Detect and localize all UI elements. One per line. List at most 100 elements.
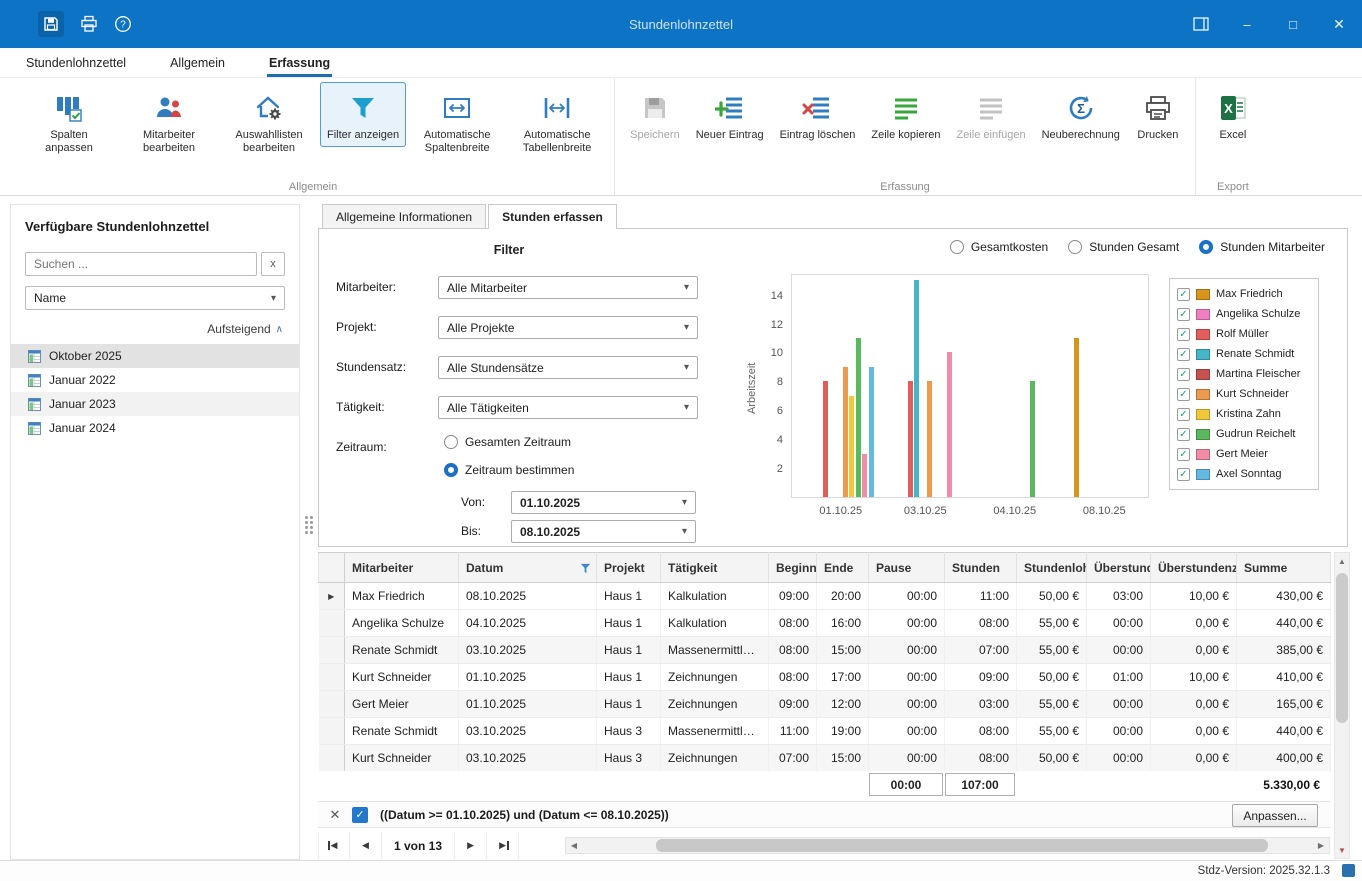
mitarbeiter-select[interactable]: Alle Mitarbeiter▾ (438, 276, 698, 299)
cell-datum[interactable]: 01.10.2025 (459, 664, 597, 691)
cell-stunden[interactable]: 11:00 (945, 583, 1017, 610)
cell-datum[interactable]: 03.10.2025 (459, 718, 597, 745)
cell-tätigkeit[interactable]: Massenermittlung (661, 718, 769, 745)
legend-item-renate-schmidt[interactable]: ✓Renate Schmidt (1177, 344, 1311, 364)
cell-datum[interactable]: 01.10.2025 (459, 691, 597, 718)
cell-überstunden[interactable]: 01:00 (1087, 664, 1151, 691)
neuer-eintrag-button[interactable]: Neuer Eintrag (689, 82, 771, 147)
sidebar-item-januar-2024[interactable]: Januar 2024 (11, 416, 299, 440)
cell-tätigkeit[interactable]: Massenermittlung (661, 637, 769, 664)
zeile-einfuegen-button[interactable]: Zeile einfügen (950, 82, 1033, 147)
cell-pause[interactable]: 00:00 (869, 745, 945, 772)
cell-summe[interactable]: 430,00 € (1237, 583, 1331, 610)
close-button[interactable]: ✕ (1316, 0, 1362, 48)
cell-datum[interactable]: 03.10.2025 (459, 745, 597, 772)
radio-zeitraum-bestimmen[interactable]: Zeitraum bestimmen (444, 463, 574, 477)
table-row[interactable]: Renate Schmidt03.10.2025Haus 1Massenermi… (319, 637, 1331, 664)
sidebar-item-januar-2023[interactable]: Januar 2023 (11, 392, 299, 416)
horizontal-scrollbar[interactable]: ◀ ▶ (565, 837, 1330, 854)
sort-field-select[interactable]: Name ▾ (25, 286, 285, 310)
cell-beginn[interactable]: 09:00 (769, 583, 817, 610)
cell-stundenlohn[interactable]: 55,00 € (1017, 718, 1087, 745)
cell-stunden[interactable]: 08:00 (945, 610, 1017, 637)
legend-item-angelika-schulze[interactable]: ✓Angelika Schulze (1177, 304, 1311, 324)
scroll-right-icon[interactable]: ▶ (1313, 841, 1329, 850)
cell-ende[interactable]: 15:00 (817, 745, 869, 772)
vertical-scrollbar-thumb[interactable] (1336, 573, 1348, 723)
horizontal-scrollbar-thumb[interactable] (656, 839, 1268, 852)
table-row[interactable]: Kurt Schneider03.10.2025Haus 3Zeichnunge… (319, 745, 1331, 772)
cell-summe[interactable]: 400,00 € (1237, 745, 1331, 772)
clear-search-button[interactable]: x (261, 252, 285, 276)
tab-stunden-erfassen[interactable]: Stunden erfassen (488, 204, 617, 229)
legend-item-kristina-zahn[interactable]: ✓Kristina Zahn (1177, 404, 1311, 424)
legend-item-rolf-müller[interactable]: ✓Rolf Müller (1177, 324, 1311, 344)
column-header-datum[interactable]: Datum (459, 553, 597, 583)
table-row[interactable]: ▶Max Friedrich08.10.2025Haus 1Kalkulatio… (319, 583, 1331, 610)
legend-item-axel-sonntag[interactable]: ✓Axel Sonntag (1177, 464, 1311, 484)
tab-allgemein[interactable]: Allgemein (168, 48, 227, 77)
cell-tätigkeit[interactable]: Kalkulation (661, 610, 769, 637)
cell-stundenlohn[interactable]: 55,00 € (1017, 637, 1087, 664)
cell-ende[interactable]: 17:00 (817, 664, 869, 691)
cell-stunden[interactable]: 08:00 (945, 745, 1017, 772)
cell-projekt[interactable]: Haus 3 (597, 718, 661, 745)
automatische-tabellenbreite-button[interactable]: Automatische Tabellenbreite (508, 82, 606, 160)
zeile-kopieren-button[interactable]: Zeile kopieren (864, 82, 947, 147)
cell-stunden[interactable]: 03:00 (945, 691, 1017, 718)
cell-pause[interactable]: 00:00 (869, 691, 945, 718)
speichern-button[interactable]: Speichern (623, 82, 687, 147)
legend-item-gudrun-reichelt[interactable]: ✓Gudrun Reichelt (1177, 424, 1311, 444)
column-header-projekt[interactable]: Projekt (597, 553, 661, 583)
layout-panel-button[interactable] (1178, 0, 1224, 48)
cell-mitarbeiter[interactable]: Gert Meier (345, 691, 459, 718)
neuberechnung-button[interactable]: Σ Neuberechnung (1035, 82, 1127, 147)
cell-beginn[interactable]: 08:00 (769, 637, 817, 664)
cell-projekt[interactable]: Haus 1 (597, 637, 661, 664)
scroll-down-icon[interactable]: ▼ (1335, 842, 1349, 858)
cell-ende[interactable]: 19:00 (817, 718, 869, 745)
first-page-button[interactable]: ◀ (318, 832, 350, 859)
cell-beginn[interactable]: 07:00 (769, 745, 817, 772)
cell-überstundenzuschlag[interactable]: 10,00 € (1151, 664, 1237, 691)
automatische-spaltenbreite-button[interactable]: Automatische Spaltenbreite (408, 82, 506, 160)
cell-stundenlohn[interactable]: 55,00 € (1017, 610, 1087, 637)
maximize-button[interactable]: □ (1270, 0, 1316, 48)
save-quick-button[interactable] (38, 11, 64, 37)
cell-summe[interactable]: 385,00 € (1237, 637, 1331, 664)
last-page-button[interactable]: ▶ (487, 832, 519, 859)
tab-erfassung[interactable]: Erfassung (267, 48, 332, 77)
help-button[interactable]: ? (114, 15, 132, 33)
cell-projekt[interactable]: Haus 1 (597, 664, 661, 691)
cell-überstundenzuschlag[interactable]: 0,00 € (1151, 610, 1237, 637)
scroll-left-icon[interactable]: ◀ (566, 841, 582, 850)
legend-item-max-friedrich[interactable]: ✓Max Friedrich (1177, 284, 1311, 304)
cell-überstundenzuschlag[interactable]: 0,00 € (1151, 718, 1237, 745)
legend-item-gert-meier[interactable]: ✓Gert Meier (1177, 444, 1311, 464)
column-header-pause[interactable]: Pause (869, 553, 945, 583)
cell-ende[interactable]: 16:00 (817, 610, 869, 637)
cell-überstunden[interactable]: 03:00 (1087, 583, 1151, 610)
table-row[interactable]: Renate Schmidt03.10.2025Haus 3Massenermi… (319, 718, 1331, 745)
cell-summe[interactable]: 165,00 € (1237, 691, 1331, 718)
sort-direction-toggle[interactable]: Aufsteigend ∧ (25, 322, 285, 336)
minimize-button[interactable]: – (1224, 0, 1270, 48)
cell-mitarbeiter[interactable]: Renate Schmidt (345, 637, 459, 664)
cell-summe[interactable]: 440,00 € (1237, 718, 1331, 745)
cell-überstunden[interactable]: 00:00 (1087, 745, 1151, 772)
drucken-button[interactable]: Drucken (1129, 82, 1187, 147)
print-quick-button[interactable] (80, 15, 98, 33)
cell-überstunden[interactable]: 00:00 (1087, 610, 1151, 637)
projekt-select[interactable]: Alle Projekte▾ (438, 316, 698, 339)
eintrag-loeschen-button[interactable]: Eintrag löschen (773, 82, 863, 147)
radio-gesamten-zeitraum[interactable]: Gesamten Zeitraum (444, 435, 571, 449)
filter-anzeigen-button[interactable]: Filter anzeigen (320, 82, 406, 147)
tab-stundenlohnzettel[interactable]: Stundenlohnzettel (24, 48, 128, 77)
cell-stundenlohn[interactable]: 55,00 € (1017, 691, 1087, 718)
splitter-handle[interactable] (305, 516, 313, 542)
cell-überstunden[interactable]: 00:00 (1087, 637, 1151, 664)
von-date-select[interactable]: 01.10.2025▾ (511, 491, 696, 514)
column-header-überstunden[interactable]: Überstunden (1087, 553, 1151, 583)
cell-mitarbeiter[interactable]: Max Friedrich (345, 583, 459, 610)
filter-funnel-icon[interactable] (580, 563, 591, 574)
